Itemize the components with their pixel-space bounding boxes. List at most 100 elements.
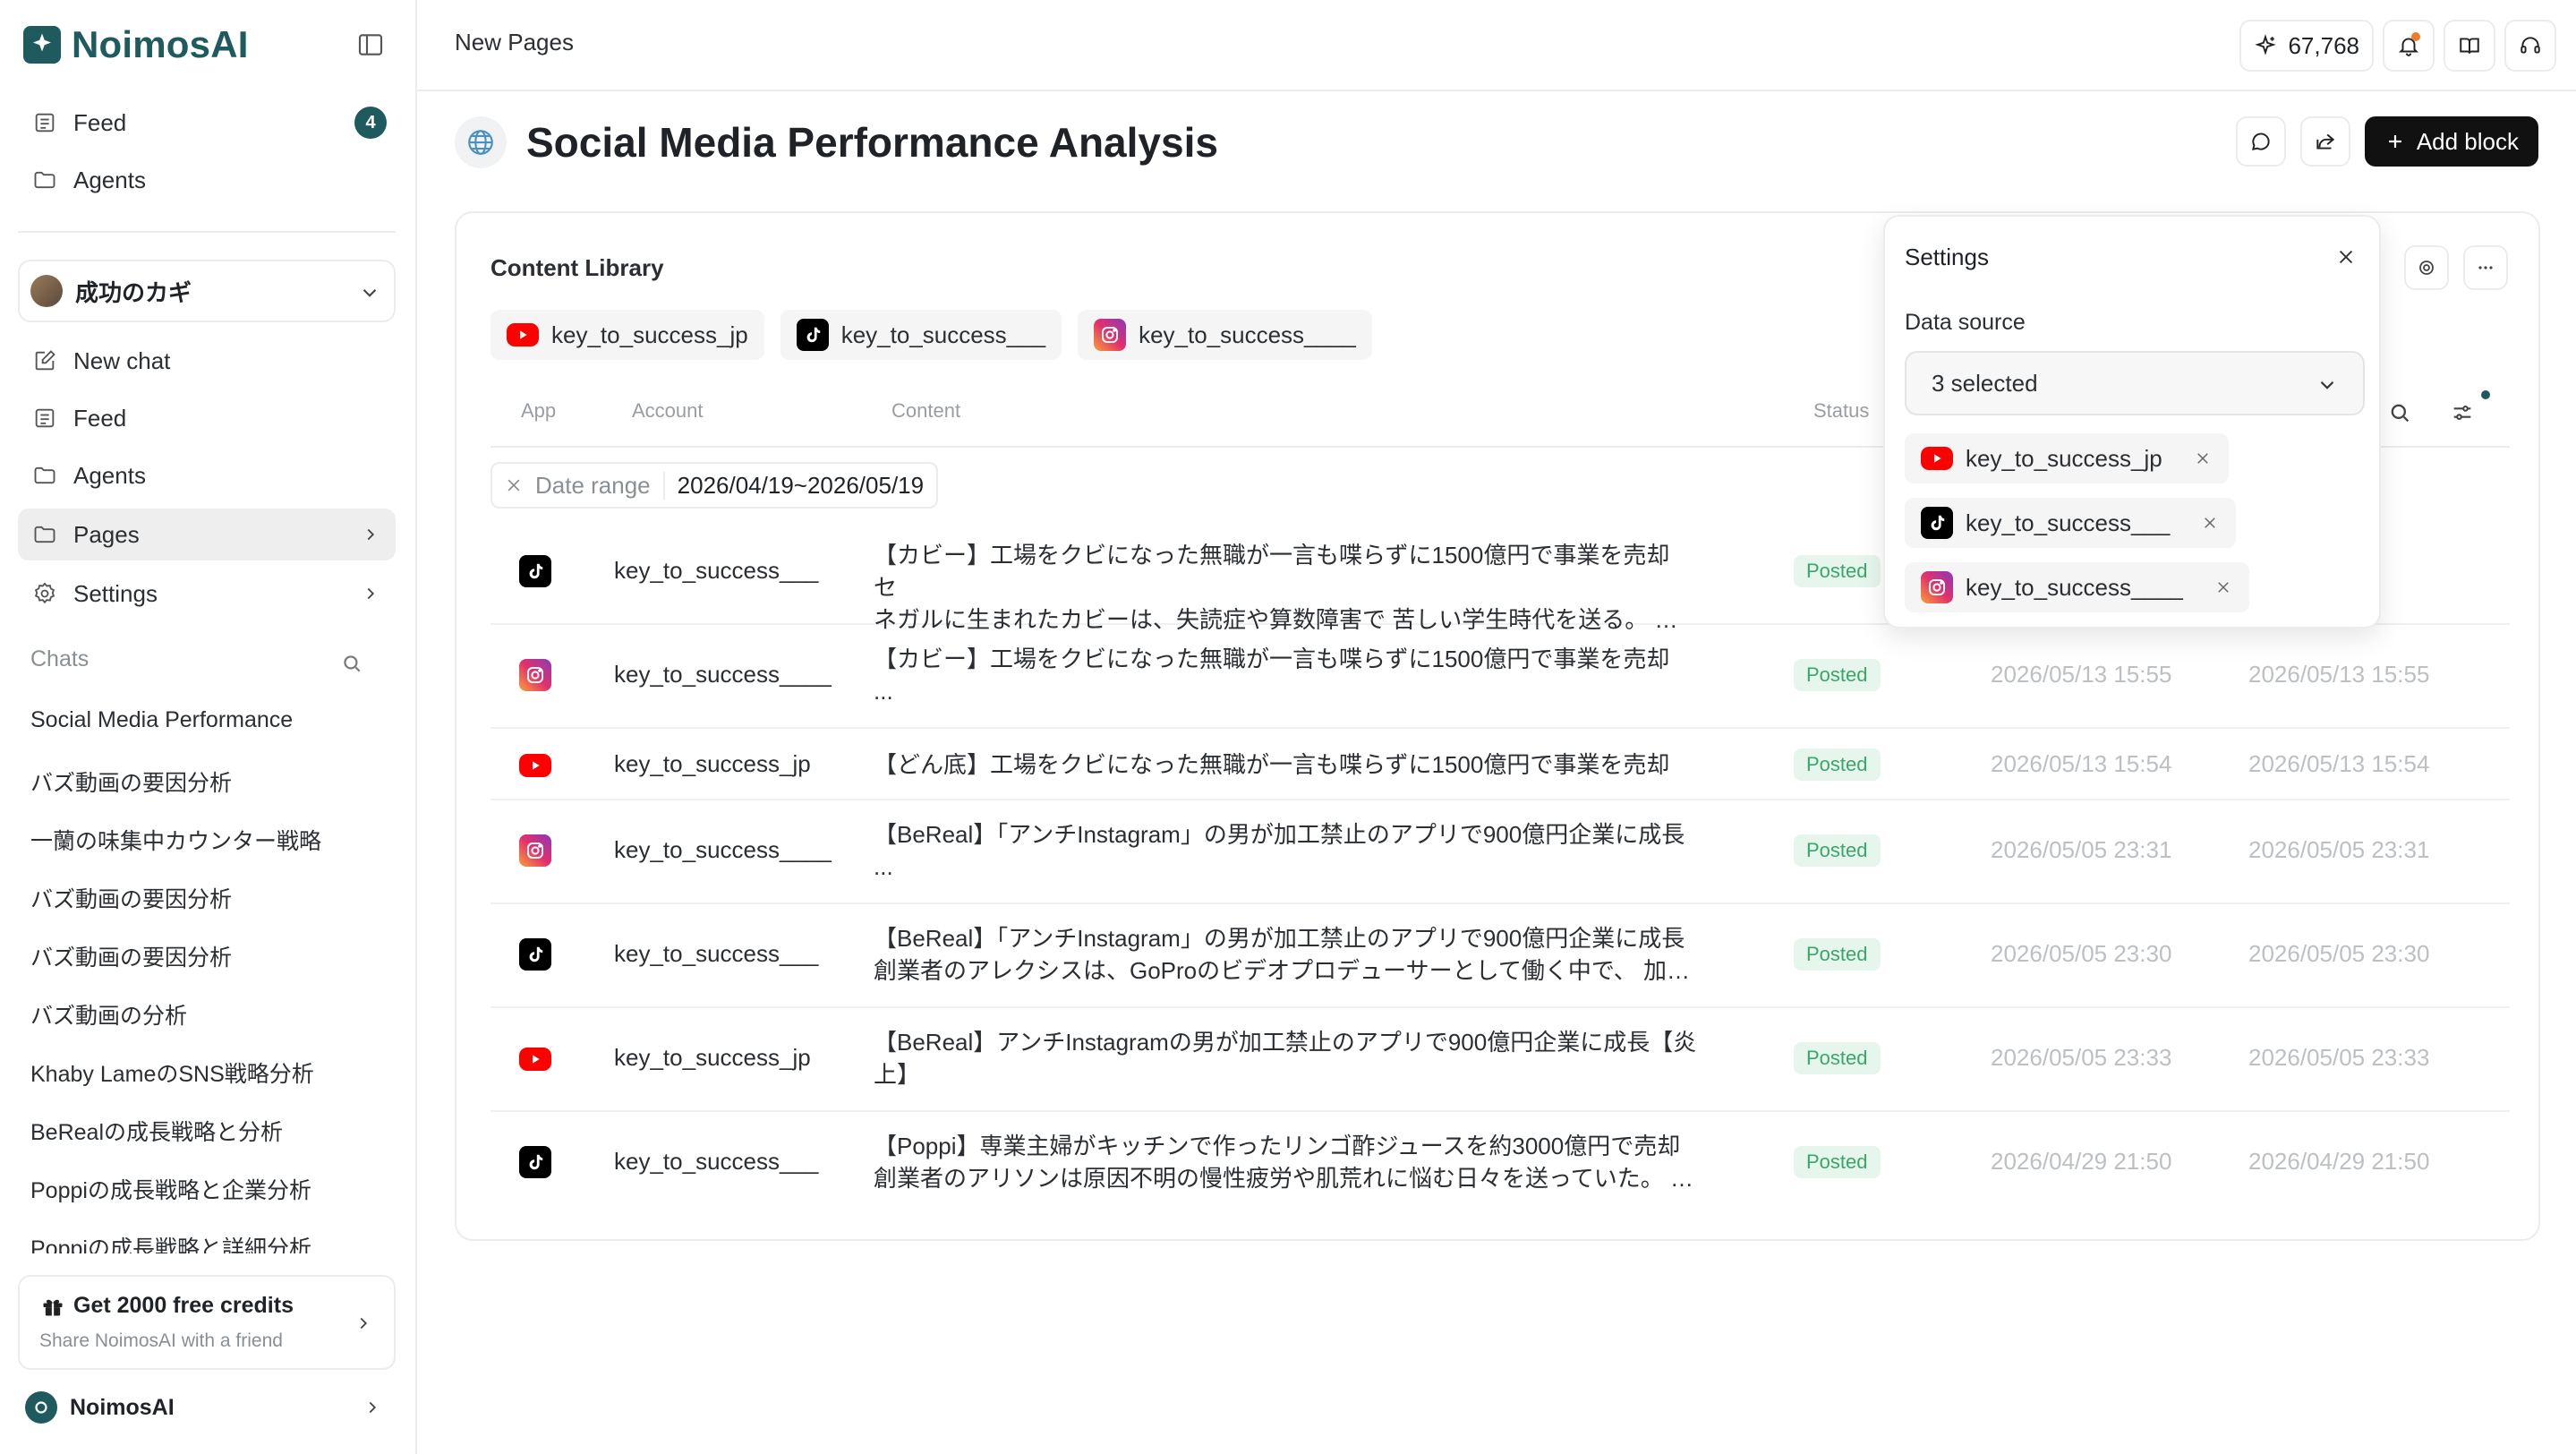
chat-item[interactable]: 一蘭の味集中カウンター戦略	[30, 824, 388, 856]
sidebar-item-label: Feed	[73, 108, 127, 136]
remove-tag-icon[interactable]	[2193, 449, 2213, 468]
notifications-button[interactable]	[2383, 20, 2435, 72]
account-chip[interactable]: key_to_success_jp	[490, 310, 764, 360]
status-badge: Posted	[1794, 659, 1881, 691]
chat-item[interactable]: バズ動画の要因分析	[30, 765, 388, 798]
headset-icon	[2519, 34, 2542, 57]
chat-item[interactable]: バズ動画の要因分析	[30, 940, 388, 972]
sidebar-item-pages[interactable]: Pages	[18, 509, 396, 560]
chevron-right-icon	[362, 1397, 383, 1418]
tiktok-icon	[1921, 507, 1953, 539]
account-cell: key_to_success___	[614, 1148, 819, 1175]
filter-sliders-icon[interactable]	[2447, 398, 2478, 428]
tiktok-icon	[519, 555, 551, 587]
status-badge: Posted	[1794, 834, 1881, 867]
invite-promo-card[interactable]: Get 2000 free credits Share NoimosAI wit…	[18, 1275, 396, 1370]
chats-heading: Chats	[30, 646, 90, 671]
created-date: 2026/05/05 23:33	[1991, 1044, 2172, 1071]
tag-label: key_to_success_jp	[1966, 444, 2162, 472]
chat-item[interactable]: Poppiの成長戦略と企業分析	[30, 1173, 388, 1205]
tiktok-icon	[519, 938, 551, 971]
instagram-icon	[519, 834, 551, 867]
sidebar-item-label: Feed	[73, 404, 127, 432]
column-header-account[interactable]: Account	[632, 399, 704, 423]
chevron-right-icon	[356, 520, 385, 549]
chat-item[interactable]: Khaby LameのSNS戦略分析	[30, 1056, 388, 1089]
chip-label: key_to_success_jp	[551, 321, 748, 348]
support-button[interactable]	[2504, 20, 2556, 72]
close-icon[interactable]	[2334, 245, 2358, 269]
share-button[interactable]	[2299, 116, 2350, 167]
promo-title: Get 2000 free credits	[73, 1293, 294, 1318]
add-block-button[interactable]: Add block	[2364, 116, 2538, 167]
content-line: 上】	[874, 1061, 921, 1088]
content-line: 創業者のアレクシスは、GoProのビデオプロデューサーとして働く中で、 加工..…	[874, 957, 1697, 984]
column-header-app[interactable]: App	[521, 399, 556, 423]
globe-icon[interactable]	[455, 116, 507, 168]
sidebar-item-settings[interactable]: Settings	[18, 568, 396, 620]
youtube-icon	[519, 754, 551, 777]
account-cell: key_to_success_jp	[614, 750, 811, 777]
updated-date: 2026/05/13 15:54	[2248, 750, 2430, 777]
updated-date: 2026/05/05 23:30	[2248, 940, 2430, 967]
column-header-status[interactable]: Status	[1813, 399, 1869, 423]
credits-count: 67,768	[2288, 31, 2359, 59]
content-line: 【BeReal】「アンチInstagram」の男が加工禁止のアプリで900億円企…	[874, 821, 1685, 848]
data-source-select[interactable]: 3 selected	[1905, 351, 2365, 415]
sidebar-item-agents-top[interactable]: Agents	[18, 154, 396, 206]
table-row[interactable]: key_to_success___ 【BeReal】「アンチInstagram」…	[490, 904, 2510, 1008]
search-icon[interactable]	[2384, 398, 2415, 428]
content-line: 【BeReal】アンチInstagramの男が加工禁止のアプリで900億円企業に…	[874, 1029, 1697, 1056]
chat-item[interactable]: バズ動画の要因分析	[30, 882, 388, 914]
close-icon[interactable]	[505, 476, 523, 494]
date-range-filter[interactable]: Date range 2026/04/19~2026/05/19	[490, 462, 939, 509]
sidebar-item-feed-top[interactable]: Feed 4	[18, 97, 396, 149]
data-source-tag: key_to_success___	[1905, 498, 2237, 548]
sidebar-item-agents[interactable]: Agents	[18, 449, 396, 501]
chat-item[interactable]: Social Media Performance	[30, 707, 388, 733]
content-line: 【カビー】工場をクビになった無職が一言も喋らずに1500億円で事業を売却	[874, 646, 1670, 672]
content-line: 【カビー】工場をクビになった無職が一言も喋らずに1500億円で事業を売却 セ	[874, 542, 1670, 601]
chip-label: key_to_success___	[840, 321, 1046, 348]
sidebar-item-new-chat[interactable]: New chat	[18, 335, 396, 387]
instagram-icon	[1094, 319, 1127, 351]
remove-tag-icon[interactable]	[2213, 577, 2233, 597]
content-line: 【BeReal】「アンチInstagram」の男が加工禁止のアプリで900億円企…	[874, 925, 1685, 952]
docs-button[interactable]	[2444, 20, 2495, 72]
chevron-right-icon	[353, 1313, 374, 1334]
brand[interactable]: NoimosAI	[23, 21, 249, 68]
chat-item[interactable]: バズ動画の分析	[30, 998, 388, 1031]
chat-item[interactable]: BeRealの成長戦略と分析	[30, 1115, 388, 1147]
comment-button[interactable]	[2235, 116, 2286, 167]
table-row[interactable]: key_to_success___ 【Poppi】専業主婦がキッチンで作ったリン…	[490, 1112, 2510, 1216]
chat-item[interactable]: Poppiの成長戦略と詳細分析	[30, 1231, 388, 1253]
sidebar-item-feed[interactable]: Feed	[18, 392, 396, 444]
account-menu[interactable]: NoimosAI	[25, 1390, 175, 1425]
account-chip[interactable]: key_to_success____	[1078, 310, 1372, 360]
youtube-icon	[1921, 447, 1953, 470]
breadcrumb[interactable]: New Pages	[455, 29, 574, 56]
credits-button[interactable]: 67,768	[2239, 20, 2374, 72]
table-row[interactable]: key_to_success_jp 【BeReal】アンチInstagramの男…	[490, 1008, 2510, 1112]
table-row[interactable]: key_to_success____ 【カビー】工場をクビになった無職が一言も喋…	[490, 625, 2510, 729]
gear-icon	[30, 579, 59, 608]
sidebar-toggle-icon[interactable]	[353, 27, 388, 63]
workspace-name: 成功のカギ	[75, 278, 192, 306]
column-header-content[interactable]: Content	[891, 399, 960, 423]
card-more-button[interactable]	[2463, 245, 2508, 290]
status-badge: Posted	[1794, 1146, 1881, 1178]
card-settings-button[interactable]	[2404, 245, 2449, 290]
feed-icon	[30, 404, 59, 432]
table-row[interactable]: key_to_success_jp 【どん底】工場をクビになった無職が一言も喋ら…	[490, 729, 2510, 800]
tag-label: key_to_success___	[1966, 509, 2171, 536]
noimos-logo-icon	[23, 26, 61, 64]
table-row[interactable]: key_to_success____ 【BeReal】「アンチInstagram…	[490, 800, 2510, 904]
created-date: 2026/05/13 15:55	[1991, 661, 2172, 688]
search-icon[interactable]	[338, 650, 365, 677]
account-cell: key_to_success____	[614, 661, 832, 688]
workspace-switcher[interactable]: 成功のカギ	[18, 260, 396, 322]
edit-icon	[30, 346, 59, 375]
account-chip[interactable]: key_to_success___	[780, 310, 1062, 360]
status-badge: Posted	[1794, 748, 1881, 781]
remove-tag-icon[interactable]	[2200, 513, 2220, 533]
